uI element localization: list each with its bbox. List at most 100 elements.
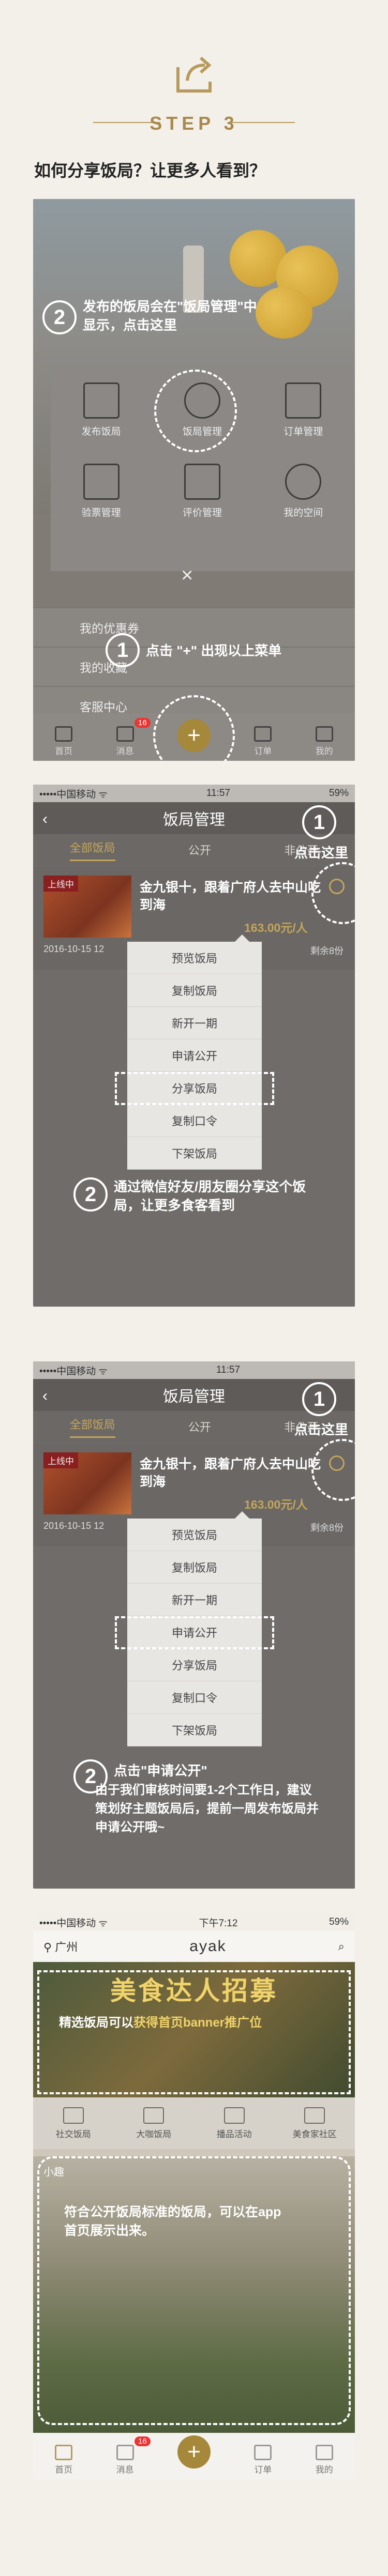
note-tap-here: 点击这里 bbox=[294, 845, 349, 861]
note-tap-here: 点击这里 bbox=[294, 1422, 349, 1437]
city-selector[interactable]: ⚲ 广州 bbox=[43, 1938, 78, 1955]
search-icon[interactable]: ⌕ bbox=[338, 1940, 345, 1953]
highlight-manage bbox=[154, 370, 237, 452]
note-feed: 符合公开饭局标准的饭局，可以在app首页展示出来。 bbox=[64, 2205, 281, 2238]
menu-copy-code[interactable]: 复制口令 bbox=[127, 1105, 262, 1137]
note-plus: 点击 "+" 出现以上菜单 bbox=[146, 643, 282, 658]
grid-item-publish[interactable]: 发布饭局 bbox=[63, 382, 140, 438]
status-badge: 上线中 bbox=[43, 876, 78, 892]
highlight-share bbox=[115, 1072, 274, 1105]
grid-item-orders[interactable]: 订单管理 bbox=[264, 382, 342, 438]
tab-all[interactable]: 全部饭局 bbox=[69, 839, 115, 861]
cat-vip[interactable]: 大咖饭局 bbox=[123, 2107, 185, 2140]
highlight-banner bbox=[37, 1970, 351, 2094]
menu-copy[interactable]: 复制饭局 bbox=[127, 974, 262, 1007]
share-icon bbox=[176, 56, 212, 93]
page-title: 饭局管理 bbox=[163, 811, 225, 829]
home-icon bbox=[55, 726, 73, 742]
message-badge: 16 bbox=[135, 718, 151, 728]
message-icon bbox=[116, 2445, 134, 2460]
popup-arrow bbox=[235, 1511, 249, 1519]
review-icon bbox=[184, 464, 220, 500]
menu-preview[interactable]: 预览饭局 bbox=[127, 942, 262, 974]
tab-home[interactable]: 首页 bbox=[40, 2445, 87, 2475]
tab-all[interactable]: 全部饭局 bbox=[69, 1416, 115, 1438]
table-icon bbox=[63, 2107, 84, 2124]
order-icon bbox=[285, 382, 322, 419]
menu-new-period[interactable]: 新开一期 bbox=[127, 1007, 262, 1039]
tab-orders[interactable]: 订单 bbox=[240, 2445, 286, 2475]
tab-messages[interactable]: 消息 bbox=[102, 726, 148, 757]
menu-share[interactable]: 分享饭局 bbox=[127, 1649, 262, 1681]
tab-me[interactable]: 我的 bbox=[301, 726, 348, 757]
note-apply-title: 点击"申请公开" bbox=[114, 1763, 207, 1778]
note-manage: 发布的饭局会在"饭局管理"中显示，点击这里 bbox=[83, 299, 257, 333]
home-nav: ⚲ 广州 ayak ⌕ bbox=[33, 1931, 355, 1962]
action-menu: 预览饭局 复制饭局 新开一期 申请公开 分享饭局 复制口令 下架饭局 bbox=[127, 942, 262, 1170]
page-title: 饭局管理 bbox=[163, 1388, 225, 1405]
back-icon[interactable]: ‹ bbox=[42, 1387, 48, 1405]
screenshot-share: •••••中国移动 ᯤ 11:57 59% 饭局管理 ‹ 全部饭局 公开 非公开… bbox=[33, 785, 355, 1307]
price: 163.00元/人 bbox=[244, 921, 308, 934]
grid-item-reviews[interactable]: 评价管理 bbox=[163, 464, 241, 519]
menu-apply-public[interactable]: 申请公开 bbox=[127, 1039, 262, 1072]
cat-community[interactable]: 美食家社区 bbox=[283, 2107, 346, 2140]
status-bar: •••••中国移动 ᯤ 11:57 59% bbox=[33, 785, 355, 802]
grid-item-tickets[interactable]: 验票管理 bbox=[63, 464, 140, 519]
cat-social[interactable]: 社交饭局 bbox=[42, 2107, 105, 2140]
user-icon bbox=[315, 726, 333, 742]
back-icon[interactable]: ‹ bbox=[42, 810, 48, 828]
tab-orders[interactable]: 订单 bbox=[240, 726, 286, 757]
screenshot-plus-menu: 2 发布的饭局会在"饭局管理"中显示，点击这里 发布饭局 饭局管理 订单管理 验… bbox=[33, 199, 355, 761]
app-logo: ayak bbox=[189, 1938, 227, 1955]
order-icon bbox=[254, 726, 272, 742]
star-icon bbox=[285, 464, 322, 500]
step-number-2: 2 bbox=[42, 300, 77, 334]
highlight-apply-public bbox=[115, 1616, 274, 1649]
step-number-1: 1 bbox=[302, 805, 336, 839]
card-title: 金九银十，跟着广府人去中山吃到海 bbox=[140, 880, 321, 912]
step-number-1: 1 bbox=[106, 633, 140, 667]
menu-copy[interactable]: 复制饭局 bbox=[127, 1551, 262, 1584]
home-icon bbox=[55, 2445, 73, 2460]
menu-new-period[interactable]: 新开一期 bbox=[127, 1584, 262, 1616]
status-bar: •••••中国移动 ᯤ 下午7:12 59% bbox=[33, 1913, 355, 1931]
user-icon bbox=[315, 2445, 333, 2460]
community-icon bbox=[304, 2107, 325, 2124]
menu-offline[interactable]: 下架饭局 bbox=[127, 1714, 262, 1746]
screenshot-home: •••••中国移动 ᯤ 下午7:12 59% ⚲ 广州 ayak ⌕ 美食达人招… bbox=[33, 1913, 355, 2479]
crown-icon bbox=[143, 2107, 165, 2124]
tab-public[interactable]: 公开 bbox=[188, 841, 211, 858]
row-coupons[interactable]: 我的优惠券 bbox=[33, 607, 355, 647]
popup-arrow bbox=[235, 934, 249, 942]
tab-public[interactable]: 公开 bbox=[188, 1418, 211, 1435]
step-title: STEP 3 bbox=[150, 113, 238, 134]
page-question: 如何分享饭局？让更多人看到？ bbox=[34, 161, 266, 180]
step-number-1: 1 bbox=[302, 1382, 336, 1416]
status-bar: •••••中国移动 ᯤ 11:57 bbox=[33, 1361, 355, 1379]
menu-copy-code[interactable]: 复制口令 bbox=[127, 1681, 262, 1714]
grid-item-space[interactable]: 我的空间 bbox=[264, 464, 342, 519]
close-icon[interactable]: × bbox=[181, 564, 193, 587]
note-banner: 精选饭局可以获得首页banner推广位 bbox=[59, 2016, 262, 2030]
category-row: 社交饭局 大咖饭局 播品活动 美食家社区 bbox=[33, 2097, 355, 2149]
message-icon bbox=[116, 726, 134, 742]
order-icon bbox=[254, 2445, 272, 2460]
plus-button[interactable]: + bbox=[177, 2435, 211, 2468]
step-number-2: 2 bbox=[73, 1177, 108, 1212]
tab-messages[interactable]: 消息 bbox=[102, 2445, 148, 2475]
tab-me[interactable]: 我的 bbox=[301, 2445, 348, 2475]
screenshot-apply-public: •••••中国移动 ᯤ 11:57 饭局管理 ‹ 全部饭局 公开 非公开 上线中… bbox=[33, 1361, 355, 1889]
publish-icon bbox=[83, 382, 120, 419]
note-apply-detail: 由于我们审核时间要1-2个工作日，建议策划好主题饭局后，提前一周发布饭局并申请公… bbox=[95, 1783, 319, 1834]
tab-home[interactable]: 首页 bbox=[40, 726, 87, 757]
highlight-feed bbox=[37, 2156, 351, 2425]
ticket-icon bbox=[83, 464, 120, 500]
note-share: 通过微信好友/朋友圈分享这个饭局，让更多食客看到 bbox=[114, 1179, 306, 1213]
cat-event[interactable]: 播品活动 bbox=[203, 2107, 265, 2140]
event-icon bbox=[223, 2107, 245, 2124]
status-badge: 上线中 bbox=[43, 1452, 78, 1468]
menu-offline[interactable]: 下架饭局 bbox=[127, 1137, 262, 1170]
menu-preview[interactable]: 预览饭局 bbox=[127, 1519, 262, 1551]
lemon-image bbox=[256, 287, 312, 339]
